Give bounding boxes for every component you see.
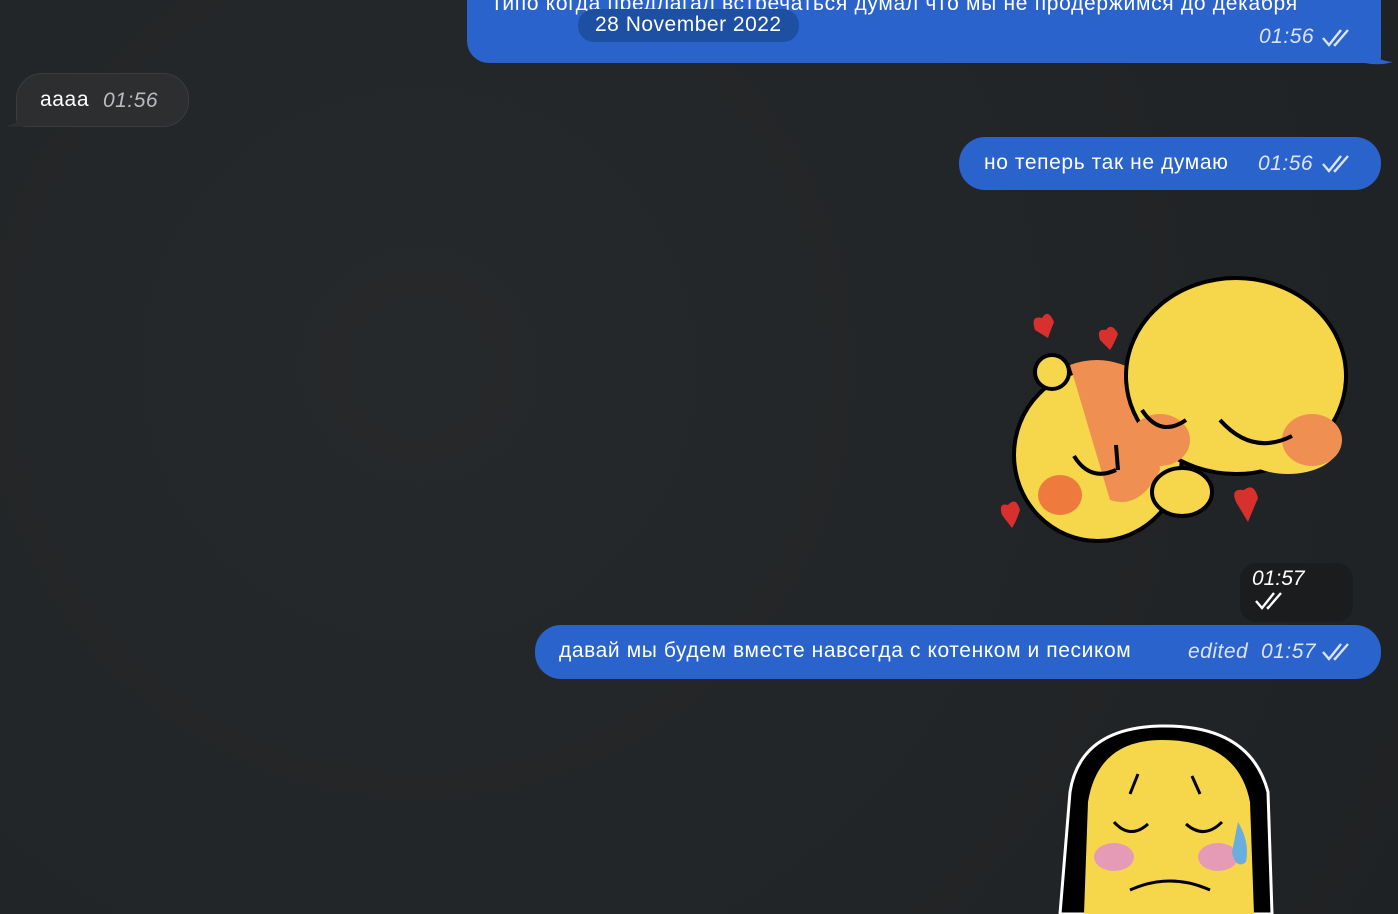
- message-text: аааа: [40, 88, 90, 111]
- message-bubble-outgoing[interactable]: но теперь так не думаю 01:56: [959, 137, 1381, 190]
- double-check-icon: [1321, 642, 1353, 668]
- message-text: давай мы будем вместе навсегда с котенко…: [559, 639, 1132, 662]
- double-check-icon: [1254, 591, 1286, 617]
- double-check-icon: [1321, 154, 1353, 180]
- hugging-emoji-icon: [1000, 276, 1348, 543]
- bubble-tail: [1365, 44, 1393, 65]
- bubble-tail: [6, 104, 32, 127]
- message-time: 01:57: [1261, 640, 1317, 663]
- message-time: 01:57: [1252, 567, 1305, 590]
- sticker-hugging-emoji[interactable]: [990, 270, 1360, 555]
- message-time: 01:56: [103, 89, 159, 112]
- edited-label: edited: [1188, 640, 1249, 663]
- message-text: но теперь так не думаю: [984, 151, 1229, 174]
- sticker-time: 01:57: [1240, 563, 1353, 622]
- double-check-icon: [1321, 28, 1353, 54]
- sticker-crying-emoji[interactable]: [1010, 722, 1330, 914]
- message-bubble-incoming[interactable]: аааа 01:56: [16, 73, 189, 127]
- chat-view[interactable]: типо когда предлагал встречаться думал ч…: [0, 0, 1398, 914]
- message-time: 01:56: [1259, 25, 1315, 48]
- date-separator: 28 November 2022: [578, 9, 799, 42]
- message-time: 01:56: [1258, 152, 1314, 175]
- message-bubble-outgoing[interactable]: давай мы будем вместе навсегда с котенко…: [535, 625, 1381, 679]
- crying-emoji-icon: [1058, 724, 1274, 914]
